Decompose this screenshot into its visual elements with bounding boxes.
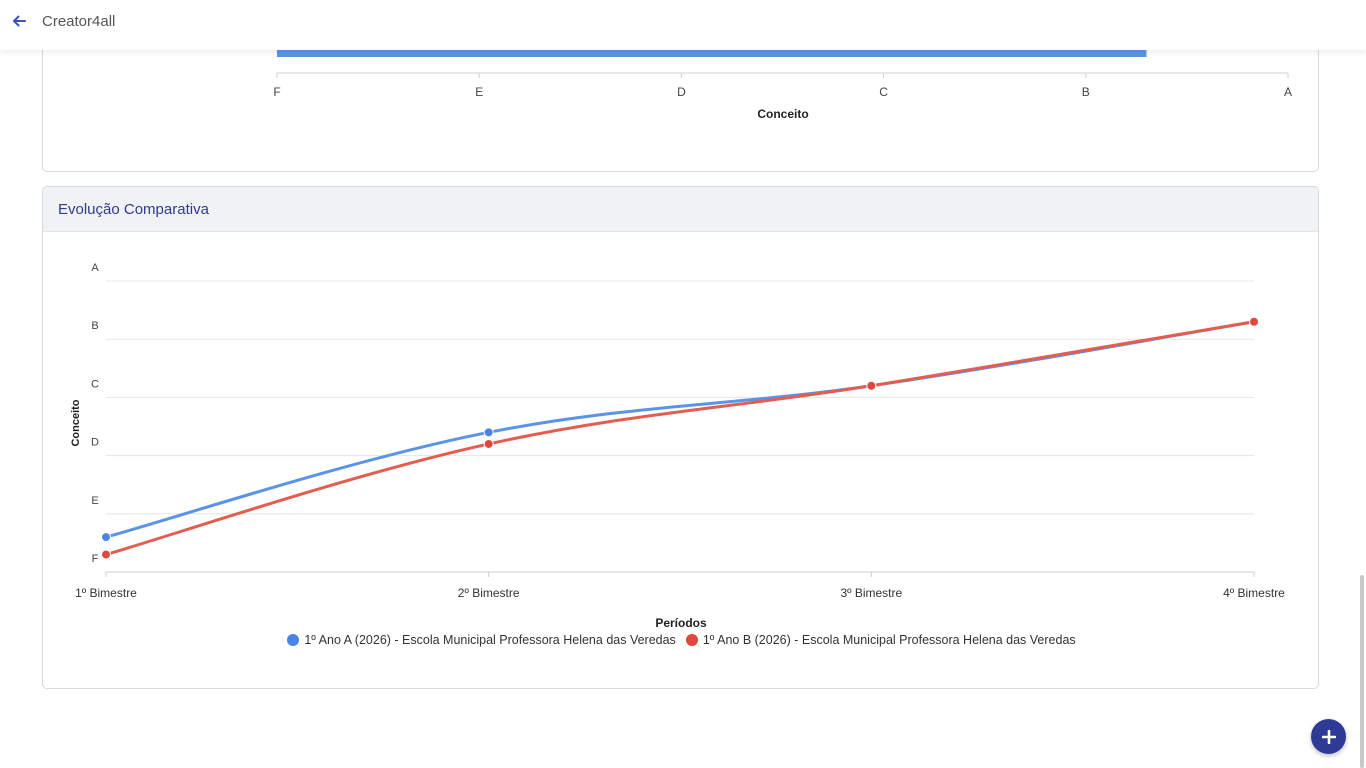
x-tick-label: A — [1284, 85, 1292, 99]
data-point[interactable] — [101, 532, 111, 543]
chart-legend: 1º Ano A (2026) - Escola Municipal Profe… — [43, 633, 1318, 647]
x-tick-label: E — [475, 85, 483, 99]
legend-label: 1º Ano A (2026) - Escola Municipal Profe… — [304, 633, 676, 647]
comparative-line-chart: F E D C B A 1º Bimestre 2º Bimestre 3º Bimestre… — [70, 262, 1285, 627]
y-tick-label: F — [92, 553, 99, 565]
app-title: Creator4all — [42, 13, 116, 30]
data-point[interactable] — [101, 549, 111, 560]
y-axis-title: Conceito — [70, 399, 82, 446]
arrow-left-icon — [13, 15, 26, 27]
data-point[interactable] — [866, 380, 877, 391]
scrollbar[interactable] — [1360, 575, 1364, 768]
x-tick-label: 2º Bimestre — [458, 586, 520, 600]
add-button[interactable] — [1311, 719, 1346, 754]
x-tick-label: C — [879, 85, 888, 99]
data-point[interactable] — [483, 427, 494, 438]
x-tick-label: 1º Bimestre — [75, 586, 137, 600]
comparative-evolution-card: Evolução Comparativa FEDCBA 1º Bimestre 2… — [42, 186, 1319, 689]
x-axis-title: Conceito — [757, 107, 808, 121]
x-tick-label: 4º Bimestre — [1223, 586, 1285, 600]
x-axis-title: Períodos — [655, 616, 707, 627]
concept-bar-chart: F E D C B A Conceito — [273, 48, 1292, 121]
y-tick-label: E — [91, 495, 98, 507]
y-tick-label: D — [91, 437, 99, 449]
back-button[interactable] — [8, 10, 30, 32]
top-bar: Creator4all — [0, 0, 1366, 50]
y-tick-label: A — [91, 262, 99, 274]
legend-dot — [287, 634, 300, 646]
plus-icon — [1321, 729, 1336, 744]
y-tick-label: C — [91, 378, 99, 390]
legend-label: 1º Ano B (2026) - Escola Municipal Profe… — [702, 633, 1076, 647]
data-point[interactable] — [483, 438, 494, 449]
legend-item[interactable]: 1º Ano A (2026) - Escola Municipal Profe… — [287, 633, 676, 647]
legend-dot — [685, 634, 698, 646]
data-point[interactable] — [1249, 316, 1259, 327]
x-tick-label: F — [273, 85, 280, 99]
concept-distribution-card: F E D C B A Conceito — [42, 30, 1319, 172]
legend-item[interactable]: 1º Ano B (2026) - Escola Municipal Profe… — [685, 633, 1076, 647]
series-line-1 — [104, 320, 1256, 557]
x-tick-label: 3º Bimestre — [840, 586, 902, 600]
y-tick-label: B — [91, 320, 98, 332]
series-line-0 — [104, 320, 1256, 539]
x-tick-label: D — [677, 85, 686, 99]
x-tick-label: B — [1082, 85, 1090, 99]
